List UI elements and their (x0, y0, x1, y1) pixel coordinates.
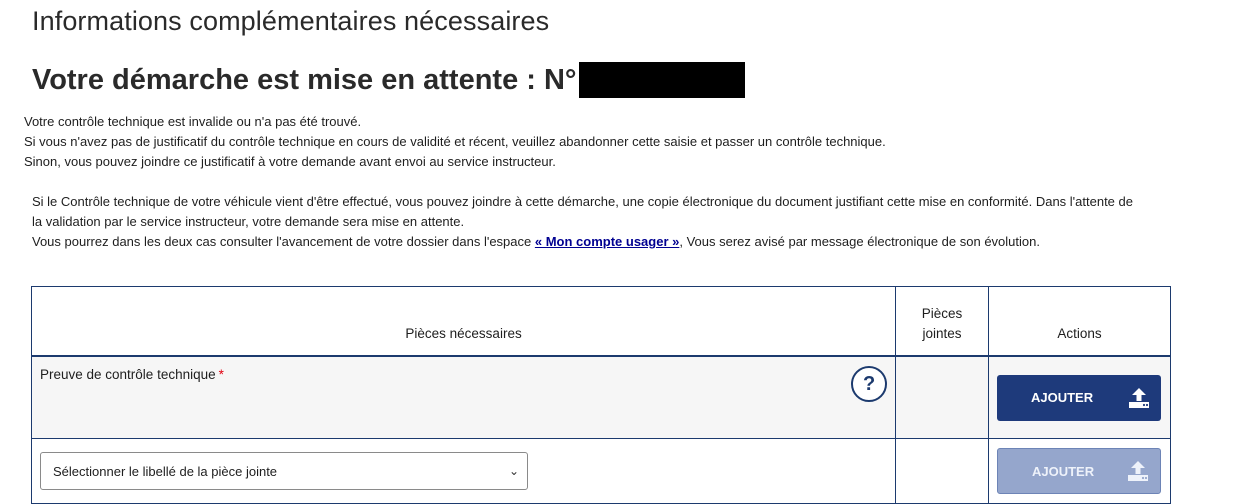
upload-icon (1127, 461, 1148, 481)
notice-text-after: , Vous serez avisé par message électroni… (679, 234, 1040, 249)
notice-paragraph: Si le Contrôle technique de votre véhicu… (32, 194, 1133, 229)
pending-status-text: Votre démarche est mise en attente : N° (32, 63, 577, 96)
help-icon[interactable]: ? (851, 366, 888, 402)
header-actions: Actions (987, 286, 1172, 357)
header-pieces-jointes-label: Pièces jointes (921, 306, 963, 341)
help-icon-glyph: ? (862, 372, 876, 395)
notice-text-before: Vous pourrez dans les deux cas consulter… (32, 234, 535, 249)
add-button-label: AJOUTER (1031, 463, 1095, 479)
piece-cell: Preuve de contrôle technique * ? (30, 355, 897, 439)
attached-cell (895, 438, 989, 504)
table-row: Sélectionner le libellé de la pièce join… (30, 438, 1172, 504)
action-cell: AJOUTER (987, 438, 1172, 504)
redacted-file-number (578, 62, 745, 98)
intro-line: Votre contrôle technique est invalide ou… (24, 114, 362, 129)
notice-paragraph-2: Vous pourrez dans les deux cas consulter… (32, 232, 1142, 252)
chevron-down-icon: ⌄ (508, 464, 519, 478)
select-value: Sélectionner le libellé de la pièce join… (53, 463, 278, 479)
add-button-disabled[interactable]: AJOUTER (996, 448, 1161, 494)
add-button-label: AJOUTER (1030, 390, 1094, 405)
mon-compte-usager-link[interactable]: « Mon compte usager » (535, 234, 679, 249)
notice-text: Si le Contrôle technique de votre véhicu… (32, 192, 1142, 252)
table-header-row: Pièces nécessaires Pièces jointes Action… (30, 286, 1172, 357)
intro-line: Si vous n'avez pas de justificatif du co… (24, 134, 886, 149)
upload-icon (1128, 387, 1149, 408)
attachment-type-select[interactable]: Sélectionner le libellé de la pièce join… (40, 452, 528, 490)
page-title: Informations complémentaires nécessaires (32, 6, 550, 36)
table-row: Preuve de contrôle technique * ? AJOUTER (30, 355, 1172, 439)
intro-line: Sinon, vous pouvez joindre ce justificat… (24, 154, 556, 169)
intro-text: Votre contrôle technique est invalide ou… (24, 112, 886, 172)
pieces-table: Pièces nécessaires Pièces jointes Action… (30, 286, 1172, 504)
required-mark: * (218, 367, 224, 382)
pending-status-heading: Votre démarche est mise en attente : N° (32, 62, 745, 98)
header-pieces-necessaires: Pièces nécessaires (30, 286, 897, 357)
action-cell: AJOUTER (987, 355, 1172, 439)
select-cell: Sélectionner le libellé de la pièce join… (30, 438, 897, 504)
add-button[interactable]: AJOUTER (996, 374, 1161, 421)
header-pieces-jointes: Pièces jointes (895, 286, 989, 357)
piece-label: Preuve de contrôle technique (40, 367, 216, 382)
attached-cell (895, 355, 989, 439)
